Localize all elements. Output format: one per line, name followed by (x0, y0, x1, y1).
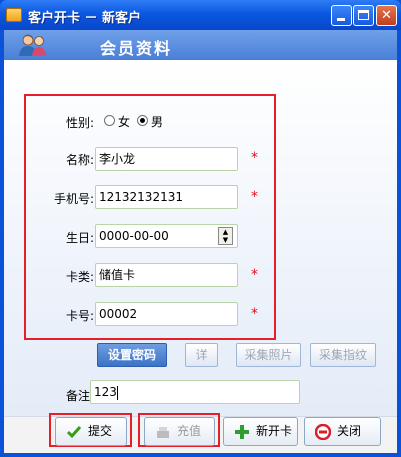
section-header: 会员资料 (4, 30, 397, 60)
card-type-required-mark: * (251, 267, 258, 283)
birthday-spinner[interactable]: ▲ ▼ (218, 227, 233, 245)
detail-button[interactable]: 详 (185, 343, 218, 367)
note-label: 备注: (65, 389, 94, 403)
minimize-icon (337, 18, 345, 21)
phone-label: 手机号: (53, 192, 94, 206)
action-bar: 提交 充值 新开卡 关闭 (4, 413, 397, 453)
capture-photo-button[interactable]: 采集照片 (236, 343, 301, 367)
card-no-input[interactable]: 00002 (95, 302, 238, 326)
close-label: 关闭 (337, 424, 362, 438)
app-icon (6, 8, 22, 22)
section-title: 会员资料 (100, 39, 173, 58)
name-required-mark: * (251, 150, 258, 166)
dialog-window: 客户开卡 － 新客户 ✕ 会员资料 性别: 女 男 名称: 李小龙 * 手机号:… (0, 0, 401, 457)
maximize-icon (358, 10, 369, 20)
gender-label: 性别: (65, 116, 94, 130)
checkmark-icon (66, 426, 82, 439)
cash-register-icon (157, 427, 169, 438)
dialog-client-area: 会员资料 性别: 女 男 名称: 李小龙 * 手机号: 12132132131 … (4, 30, 397, 453)
new-card-label: 新开卡 (256, 424, 293, 438)
users-icon (19, 34, 46, 56)
submit-button[interactable]: 提交 (55, 417, 127, 446)
recharge-label: 充值 (177, 424, 202, 438)
spin-up-icon[interactable]: ▲ (219, 228, 232, 236)
birthday-label: 生日: (65, 231, 94, 245)
card-no-label: 卡号: (65, 309, 94, 323)
title-bar[interactable]: 客户开卡 － 新客户 ✕ (0, 0, 401, 30)
minimize-button[interactable] (331, 5, 352, 26)
gender-female-label[interactable]: 女 (118, 113, 130, 130)
recharge-button[interactable]: 充值 (144, 417, 215, 446)
name-input[interactable]: 李小龙 (95, 147, 238, 171)
phone-required-mark: * (251, 189, 258, 205)
new-card-button[interactable]: 新开卡 (223, 417, 298, 446)
card-no-required-mark: * (251, 306, 258, 322)
card-type-label: 卡类: (65, 270, 94, 284)
text-cursor (116, 385, 118, 400)
gender-male-radio[interactable] (137, 115, 148, 126)
birthday-input[interactable]: 0000-00-00 (95, 224, 238, 248)
submit-label: 提交 (88, 424, 113, 438)
set-password-button[interactable]: 设置密码 (97, 343, 167, 367)
name-label: 名称: (65, 153, 94, 167)
note-value: 123 (94, 385, 117, 399)
gender-female-radio[interactable] (104, 115, 115, 126)
note-input[interactable]: 123 (90, 380, 300, 404)
member-form: 性别: 女 男 名称: 李小龙 * 手机号: 12132132131 * 生日:… (4, 60, 397, 416)
no-entry-icon (315, 424, 331, 440)
plus-icon (235, 425, 249, 439)
phone-input[interactable]: 12132132131 (95, 185, 238, 209)
close-button[interactable]: 关闭 (304, 417, 381, 446)
radio-selected-dot (140, 118, 145, 123)
capture-fingerprint-button[interactable]: 采集指纹 (310, 343, 376, 367)
window-title: 客户开卡 － 新客户 (28, 11, 142, 26)
spin-down-icon[interactable]: ▼ (219, 236, 232, 244)
maximize-button[interactable] (353, 5, 374, 26)
gender-male-label[interactable]: 男 (151, 113, 163, 130)
close-window-button[interactable]: ✕ (376, 5, 397, 26)
close-icon: ✕ (381, 8, 392, 23)
card-type-input[interactable]: 储值卡 (95, 263, 238, 287)
